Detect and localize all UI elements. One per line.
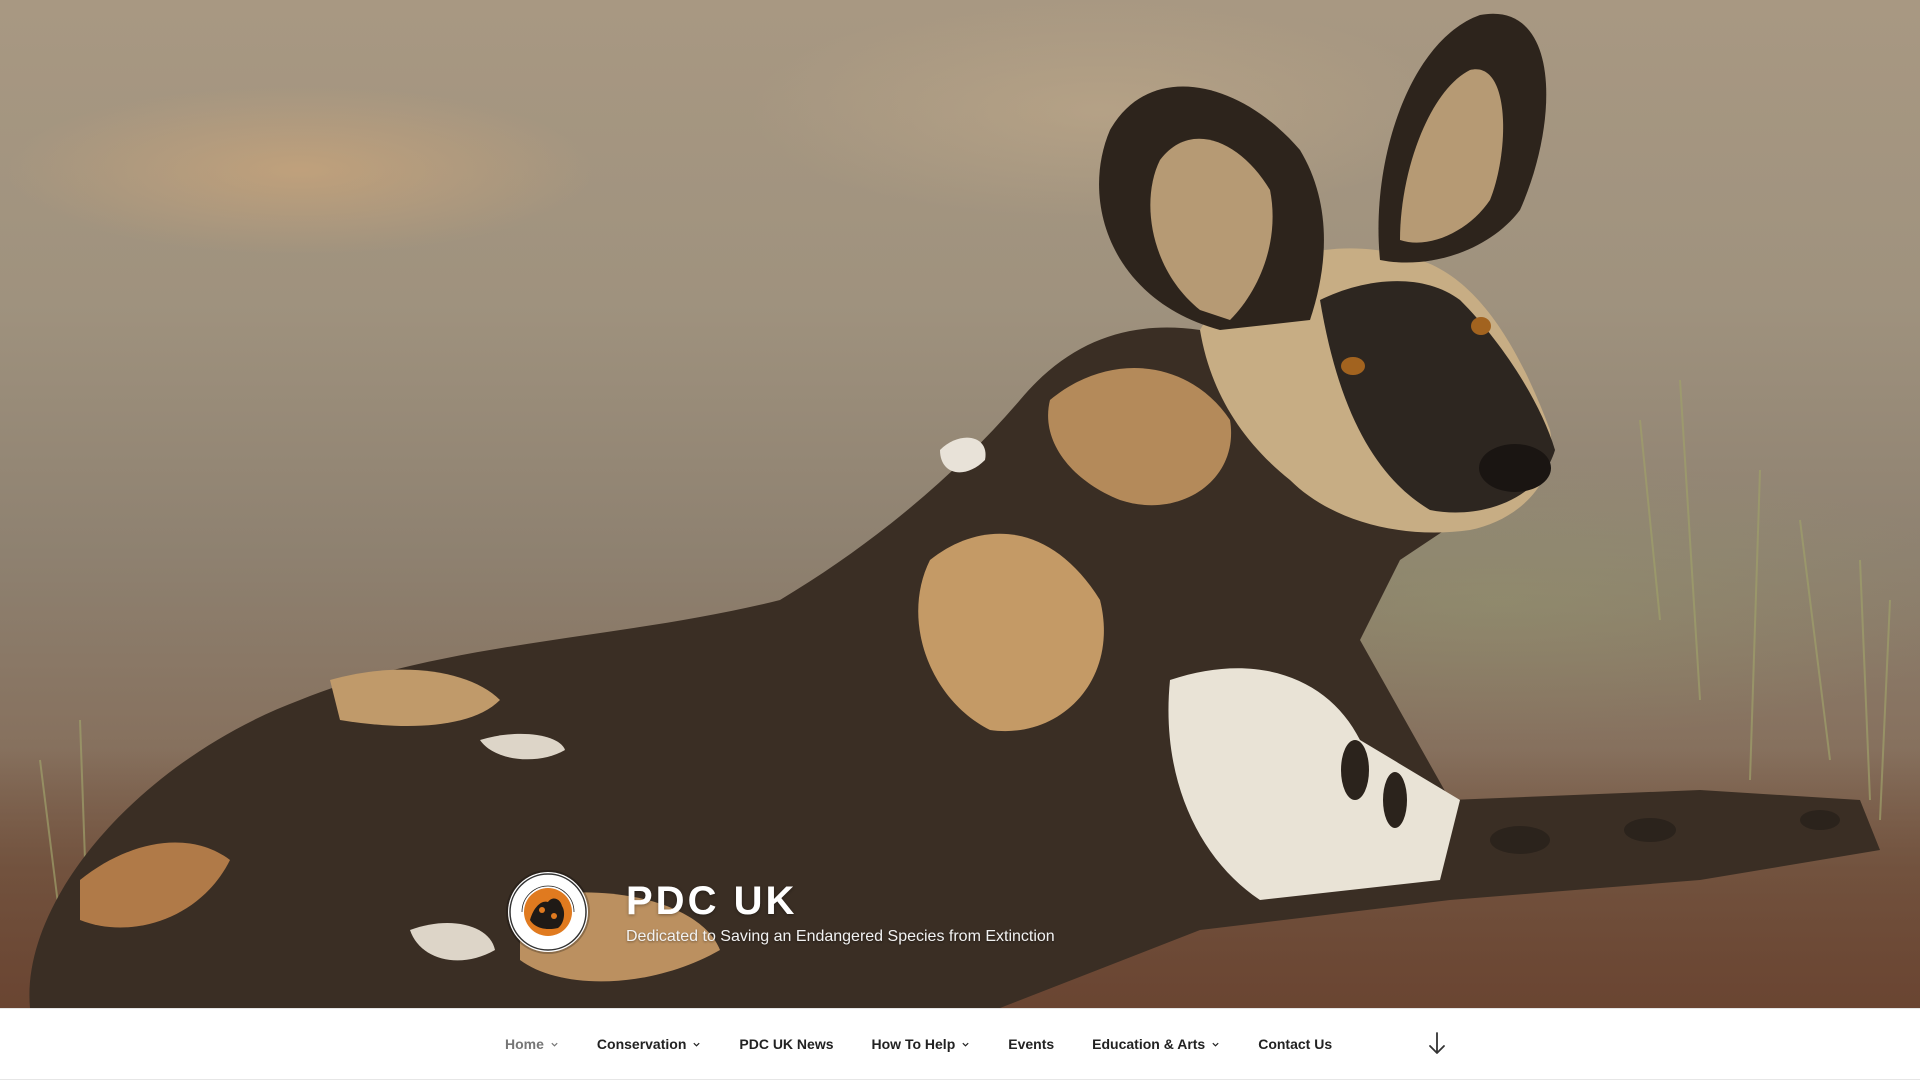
nav-item-label: Education & Arts (1092, 1036, 1206, 1052)
nav-menu: Home Conservation PDC UK News How To Hel… (486, 1009, 1351, 1079)
nav-item-events[interactable]: Events (989, 1009, 1073, 1079)
site-title[interactable]: PDC UK (626, 878, 1055, 924)
painted-dog-logo-icon[interactable] (508, 872, 588, 952)
nav-item-label: Contact Us (1258, 1036, 1333, 1052)
nav-item-label: How To Help (871, 1036, 956, 1052)
arrow-down-icon[interactable] (1426, 1031, 1448, 1057)
nav-item-label: Events (1008, 1036, 1055, 1052)
nav-item-label: Home (505, 1036, 544, 1052)
wild-dog-photo (29, 13, 1891, 1008)
main-navigation: Home Conservation PDC UK News How To Hel… (0, 1008, 1920, 1080)
site-description: Dedicated to Saving an Endangered Specie… (626, 928, 1055, 945)
nav-item-contact-us[interactable]: Contact Us (1239, 1009, 1351, 1079)
nav-item-label: PDC UK News (739, 1036, 834, 1052)
header-hero-image: PDC UK Dedicated to Saving an Endangered… (0, 0, 1920, 1008)
chevron-down-icon (551, 1042, 558, 1047)
nav-item-home[interactable]: Home (486, 1009, 578, 1079)
nav-item-pdc-uk-news[interactable]: PDC UK News (720, 1009, 852, 1079)
nav-item-conservation[interactable]: Conservation (578, 1009, 720, 1079)
chevron-down-icon (693, 1042, 700, 1047)
nav-item-how-to-help[interactable]: How To Help (853, 1009, 990, 1079)
site-branding: PDC UK Dedicated to Saving an Endangered… (508, 872, 1055, 952)
nav-item-label: Conservation (596, 1036, 687, 1052)
nav-item-education-arts[interactable]: Education & Arts (1073, 1009, 1239, 1079)
logo-graphic (509, 873, 587, 951)
chevron-down-icon (1212, 1042, 1219, 1047)
chevron-down-icon (962, 1042, 969, 1047)
